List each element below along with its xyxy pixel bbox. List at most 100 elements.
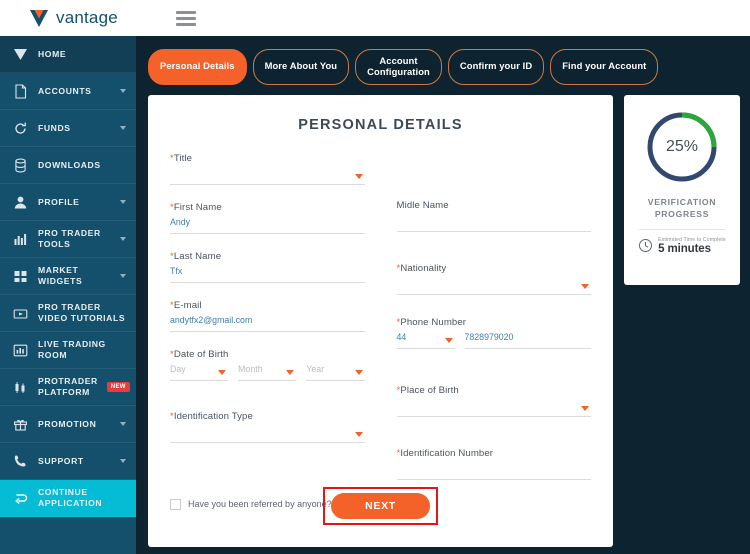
- field-label: *E-mail: [170, 299, 202, 311]
- identification-number-input[interactable]: [396, 463, 591, 480]
- vantage-v-icon: [12, 46, 29, 63]
- main-content: Personal Details More About You Account …: [136, 36, 750, 554]
- middle-name-value: [397, 215, 592, 217]
- tab-more-about-you[interactable]: More About You: [252, 49, 350, 85]
- chart-bars-icon: [12, 231, 29, 248]
- sidebar-item-label: PROTRADER PLATFORM: [38, 376, 98, 397]
- tab-account-configuration[interactable]: Account Configuration: [355, 49, 442, 85]
- chevron-down-icon: [120, 274, 126, 278]
- email-value: andytfx2@gmail.com: [170, 314, 253, 325]
- field-first-name: *First Name Andy: [170, 202, 365, 234]
- chevron-down-icon: [120, 459, 126, 463]
- sidebar-item-downloads[interactable]: DOWNLOADS: [0, 147, 136, 184]
- person-icon: [12, 194, 29, 211]
- sidebar-item-protrader-platform[interactable]: PROTRADER PLATFORM NEW: [0, 369, 136, 406]
- sidebar-item-home[interactable]: HOME: [0, 36, 136, 73]
- tab-personal-details[interactable]: Personal Details: [148, 49, 247, 85]
- sidebar-item-label: FUNDS: [38, 122, 71, 133]
- identification-type-select[interactable]: [170, 426, 365, 443]
- sidebar-item-label: PRO TRADER TOOLS: [38, 228, 101, 249]
- field-nationality: *Nationality: [396, 262, 592, 295]
- middle-name-input[interactable]: [396, 215, 592, 232]
- title-select[interactable]: [170, 168, 365, 185]
- sidebar-item-promotion[interactable]: PROMOTION: [0, 406, 136, 443]
- sidebar-item-label: CONTINUE APPLICATION: [38, 487, 103, 508]
- next-button[interactable]: NEXT: [331, 492, 430, 519]
- tab-find-your-account[interactable]: Find your Account: [550, 49, 659, 85]
- field-label: *Nationality: [396, 262, 447, 274]
- title-value: [170, 168, 365, 170]
- sidebar-item-pro-trader-video-tutorials[interactable]: PRO TRADER VIDEO TUTORIALS: [0, 295, 136, 332]
- eta-value: 5 minutes: [658, 242, 711, 255]
- sidebar-item-label: DOWNLOADS: [38, 159, 101, 170]
- phone-country-code-select[interactable]: 44: [396, 332, 455, 349]
- nationality-select[interactable]: [396, 278, 592, 295]
- sidebar-item-live-trading-room[interactable]: LIVE TRADING ROOM: [0, 332, 136, 369]
- sidebar-nav: HOME ACCOUNTS FUNDS DOWNLOADS PROFILE PR…: [0, 36, 136, 554]
- first-name-input[interactable]: Andy: [170, 217, 365, 234]
- field-title: *Title: [170, 153, 365, 185]
- sidebar-item-continue-application[interactable]: CONTINUE APPLICATION: [0, 480, 136, 517]
- field-label: *Identification Number: [396, 447, 494, 459]
- grid-icon: [12, 268, 29, 285]
- last-name-value: Tfx: [170, 265, 183, 276]
- chevron-down-icon: [120, 237, 126, 241]
- field-label: *Place of Birth: [396, 384, 459, 396]
- arrow-loop-icon: [12, 490, 29, 507]
- divider: [639, 228, 725, 230]
- phone-number-input[interactable]: 7828979020: [464, 331, 591, 349]
- sidebar-item-market-widgets[interactable]: MARKET WIDGETS: [0, 258, 136, 295]
- clock-icon: [638, 238, 653, 253]
- sidebar-item-label: HOME: [38, 48, 67, 59]
- dob-day-select[interactable]: Day: [170, 364, 229, 381]
- gift-icon: [12, 416, 29, 433]
- sidebar-item-accounts[interactable]: ACCOUNTS: [0, 73, 136, 110]
- chevron-down-icon: [444, 337, 453, 343]
- field-identification-type: *Identification Type: [170, 411, 365, 443]
- chevron-down-icon: [286, 369, 295, 375]
- nationality-value: [397, 278, 592, 280]
- hamburger-icon[interactable]: [175, 10, 196, 26]
- chevron-down-icon: [354, 431, 363, 437]
- sidebar-item-funds[interactable]: FUNDS: [0, 110, 136, 147]
- video-icon: [12, 305, 29, 322]
- eta-row: Estimated Time to Complete 5 minutes: [638, 237, 726, 255]
- last-name-input[interactable]: Tfx: [170, 266, 365, 283]
- form-grid: *Title *First Name Andy *Last Name Tfx *…: [170, 153, 591, 497]
- sidebar-item-support[interactable]: SUPPORT: [0, 443, 136, 480]
- vantage-logo[interactable]: vantage: [28, 7, 118, 29]
- dob-year-select[interactable]: Year: [306, 364, 365, 381]
- tab-confirm-your-id[interactable]: Confirm your ID: [447, 49, 545, 85]
- progress-percent: 25%: [665, 137, 699, 155]
- sidebar-item-pro-trader-tools[interactable]: PRO TRADER TOOLS: [0, 221, 136, 258]
- form-column-left: *Title *First Name Andy *Last Name Tfx *…: [170, 153, 365, 497]
- place-of-birth-select[interactable]: [396, 400, 592, 417]
- sidebar-item-profile[interactable]: PROFILE: [0, 184, 136, 221]
- dob-month-select[interactable]: Month: [238, 364, 297, 381]
- progress-title: VERIFICATION PROGRESS: [647, 196, 717, 219]
- field-label: *Identification Type: [170, 410, 253, 422]
- field-middle-name: Midle Name: [396, 199, 592, 232]
- first-name-value: Andy: [170, 216, 191, 227]
- status-badge: NEW: [106, 382, 130, 392]
- sidebar-item-label: SUPPORT: [38, 455, 84, 466]
- chevron-down-icon: [120, 200, 126, 204]
- phone-icon: [12, 453, 29, 470]
- email-field[interactable]: andytfx2@gmail.com: [170, 315, 365, 332]
- chevron-down-icon: [581, 283, 589, 289]
- place-of-birth-value: [397, 400, 592, 402]
- step-tabs: Personal Details More About You Account …: [136, 36, 750, 85]
- panels-row: PERSONAL DETAILS *Title *First Name Andy…: [136, 85, 750, 547]
- next-button-area: NEXT: [148, 486, 613, 525]
- field-label: Midle Name: [396, 199, 449, 211]
- top-header: vantage: [0, 0, 750, 36]
- field-place-of-birth: *Place of Birth: [396, 384, 592, 417]
- database-icon: [12, 157, 29, 174]
- sidebar-item-label: LIVE TRADING ROOM: [38, 339, 106, 360]
- sidebar-item-label: MARKET WIDGETS: [38, 265, 83, 286]
- highlight-annotation: NEXT: [323, 486, 438, 525]
- progress-ring: 25%: [644, 109, 720, 185]
- field-identification-number: *Identification Number: [396, 447, 591, 480]
- phone-number-value: 7828979020: [464, 331, 514, 342]
- page-title: PERSONAL DETAILS: [298, 116, 463, 133]
